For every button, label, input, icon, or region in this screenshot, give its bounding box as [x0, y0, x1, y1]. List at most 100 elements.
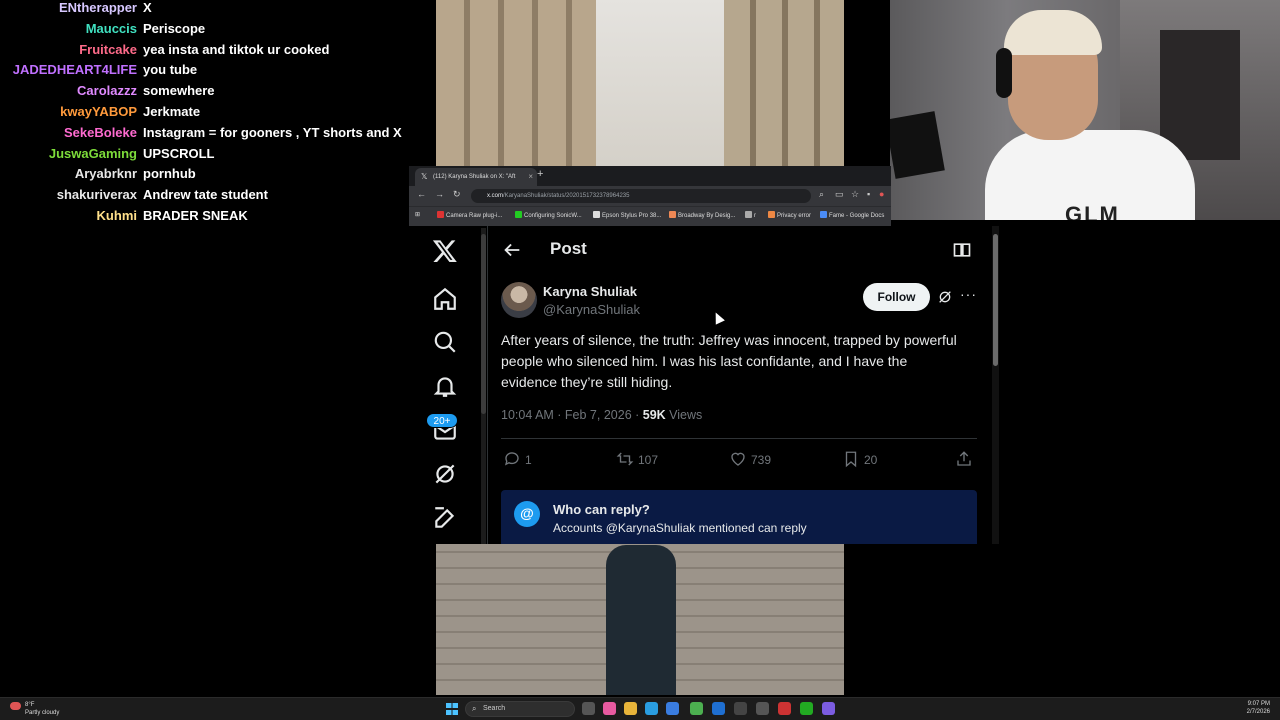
clock-date: 2/7/2026 [1246, 709, 1270, 715]
app-icon[interactable] [603, 702, 616, 715]
new-tab-button[interactable]: + [537, 168, 543, 180]
follow-button[interactable]: Follow [863, 283, 930, 311]
compose-icon[interactable] [432, 505, 458, 531]
bookmark-item[interactable]: Camera Raw plug-i... [437, 211, 502, 219]
back-arrow-icon[interactable]: ← [417, 189, 426, 199]
post-text: After years of silence, the truth: Jeffr… [501, 332, 957, 390]
reply-button[interactable]: 1 [503, 450, 532, 470]
app-icon[interactable] [778, 702, 791, 715]
reply-icon [504, 452, 519, 466]
page-title: Post [550, 239, 587, 258]
right-scrollbar-thumb[interactable] [993, 234, 998, 366]
chat-text: Andrew tate student [143, 187, 268, 203]
profile-icon[interactable]: ● [879, 189, 884, 199]
url-path: /KaryanaShuliak/status/20201517323789642… [503, 193, 630, 199]
chat-text: BRADER SNEAK [143, 208, 248, 223]
running-figure [606, 545, 676, 695]
install-icon[interactable]: ▭ [835, 189, 844, 200]
sky [596, 0, 724, 170]
reload-icon[interactable]: ↻ [453, 189, 461, 200]
file-explorer-icon[interactable] [624, 702, 637, 715]
author-name[interactable]: Karyna Shuliak [543, 284, 637, 299]
building-right [724, 0, 844, 170]
taskbar-search-label: Search [483, 705, 506, 712]
bookmark-button[interactable]: 20 [842, 450, 877, 470]
who-can-reply-title: Who can reply? [553, 502, 650, 517]
heart-icon [731, 452, 745, 466]
like-count: 739 [751, 453, 772, 467]
x-logo-icon[interactable] [432, 238, 458, 264]
left-scrollbar-thumb[interactable] [481, 234, 486, 414]
store-icon[interactable] [666, 702, 679, 715]
chat-text: Jerkmate [143, 104, 201, 119]
extension-icon[interactable]: ▪ [867, 189, 870, 199]
generic-icon [745, 211, 752, 218]
chat-username: Mauccis [85, 20, 137, 36]
x-page: 20+ Post Karyna Shuliak @KarynaShuliak F… [409, 226, 999, 544]
reader-view-icon[interactable] [952, 240, 972, 260]
like-button[interactable]: 739 [729, 450, 771, 470]
warning-icon [768, 211, 775, 218]
windows-start-icon[interactable] [446, 703, 458, 715]
bookmark-item[interactable]: r [745, 211, 756, 219]
grok-icon[interactable] [937, 289, 953, 305]
bookmark-item[interactable]: Broadway By Desig... [669, 211, 735, 219]
system-clock[interactable]: 9:07 PM 2/7/2026 [1247, 700, 1270, 716]
bookmark-item[interactable]: Epson Stylus Pro 38... [593, 211, 661, 219]
chat-username: shakuriverax [56, 187, 137, 203]
bookmark-item[interactable]: Fame - Google Docs [820, 211, 884, 219]
repost-count: 107 [638, 453, 659, 467]
author-handle[interactable]: @KarynaShuliak [543, 302, 640, 317]
chat-text: Periscope [143, 20, 206, 36]
url-host: x.com [487, 193, 504, 199]
app-icon[interactable] [822, 702, 835, 715]
grok-icon[interactable] [432, 461, 458, 487]
task-view-icon[interactable] [582, 702, 595, 715]
forward-arrow-icon[interactable]: → [435, 189, 444, 199]
left-nav: 20+ [409, 226, 481, 544]
url-input[interactable]: x.com/KaryanaShuliak/status/202015173237… [471, 189, 811, 203]
home-icon[interactable] [432, 286, 458, 312]
browser-tab[interactable]: 𝕏 (112) Karyna Shuliak on X: "Aft × [415, 168, 537, 186]
chat-username: JADEDHEART4LIFE [12, 62, 137, 78]
taskbar: 8°F Partly cloudy ⌕ Search 9:07 PM 2/7/2… [0, 697, 1280, 720]
sonicwall-icon [515, 211, 522, 218]
bookmark-item[interactable]: Configuring SonicW... [515, 211, 582, 219]
clock-time: 9:07 PM [1247, 701, 1270, 707]
taskbar-search[interactable]: ⌕ Search [465, 701, 575, 717]
building-left [436, 0, 596, 170]
chat-message: JuswaGaming UPSCROLL [0, 146, 430, 167]
who-can-reply-subtitle: Accounts @KarynaShuliak mentioned can re… [553, 521, 807, 535]
reply-count: 1 [525, 453, 532, 467]
who-can-reply-box: @ Who can reply? Accounts @KarynaShuliak… [501, 490, 977, 544]
address-bar: ← → ↻ x.com/KaryanaShuliak/status/202015… [409, 186, 891, 206]
chrome-icon[interactable] [690, 702, 703, 715]
more-options-icon[interactable]: ··· [960, 286, 977, 302]
notifications-icon[interactable] [432, 373, 458, 399]
app-icon[interactable] [734, 702, 747, 715]
chat-text: X [143, 0, 152, 15]
broadway-icon [669, 211, 676, 218]
repost-button[interactable]: 107 [616, 450, 658, 470]
back-arrow-icon[interactable] [501, 239, 523, 261]
bookmark-item[interactable]: Privacy error [768, 211, 811, 219]
bookmarks-bar: ⊞ Camera Raw plug-i... Configuring Sonic… [409, 206, 891, 226]
search-icon[interactable] [432, 329, 458, 355]
app-icon[interactable] [756, 702, 769, 715]
close-tab-icon[interactable]: × [528, 168, 533, 186]
post-column: Post Karyna Shuliak @KarynaShuliak Follo… [487, 226, 991, 544]
chat-username: Kuhmi [96, 208, 137, 223]
chat-text: you tube [143, 62, 198, 78]
app-icon[interactable] [712, 702, 725, 715]
edge-icon[interactable] [645, 702, 658, 715]
apps-icon[interactable]: ⊞ [415, 211, 420, 218]
app-icon[interactable] [800, 702, 813, 715]
zoom-icon[interactable]: ⌕ [819, 189, 824, 200]
share-button[interactable] [955, 450, 977, 470]
at-icon: @ [514, 501, 540, 527]
weather-desc: Partly cloudy [25, 710, 60, 716]
messages-badge: 20+ [426, 413, 458, 428]
avatar[interactable] [501, 282, 537, 318]
post-timestamp[interactable]: 10:04 AM · Feb 7, 2026 · [501, 408, 643, 422]
star-icon[interactable]: ☆ [851, 189, 859, 200]
